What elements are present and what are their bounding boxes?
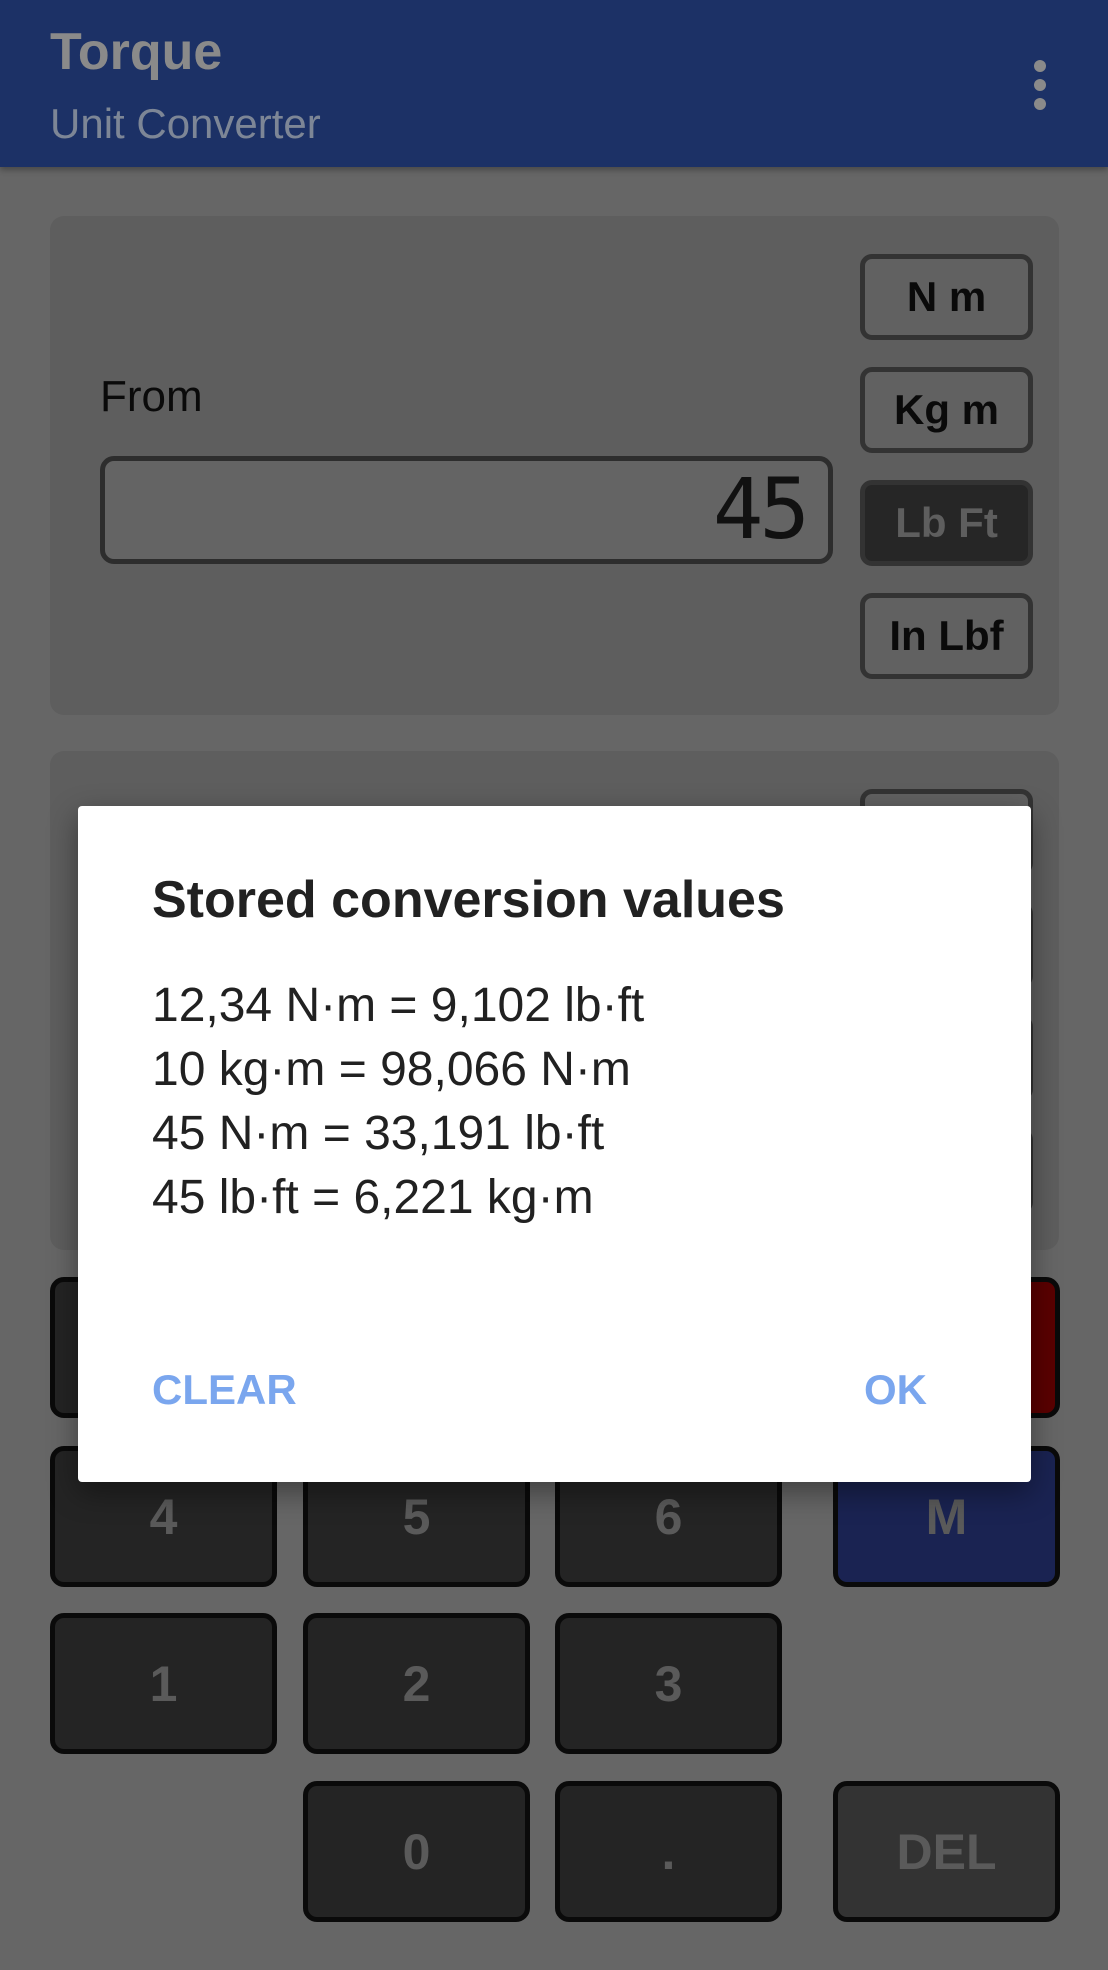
app-title: Torque	[50, 23, 223, 81]
stored-values-list: 12,34 N·m = 9,102 lb·ft 10 kg·m = 98,066…	[152, 974, 644, 1230]
stored-value: 45 lb·ft = 6,221 kg·m	[152, 1171, 594, 1224]
unit-button-kgm[interactable]: Kg m	[860, 367, 1033, 453]
key-decimal[interactable]: .	[555, 1781, 782, 1922]
from-label: From	[100, 372, 203, 421]
delete-key[interactable]: DEL	[833, 1781, 1060, 1922]
app-bar: Torque Unit Converter	[0, 0, 1108, 167]
stored-value: 45 N·m = 33,191 lb·ft	[152, 1107, 605, 1160]
key-3[interactable]: 3	[555, 1613, 782, 1754]
ok-button[interactable]: OK	[864, 1366, 927, 1414]
more-vert-icon[interactable]	[1028, 60, 1052, 110]
stored-value: 12,34 N·m = 9,102 lb·ft	[152, 979, 645, 1032]
stored-value: 10 kg·m = 98,066 N·m	[152, 1043, 631, 1096]
unit-button-inlbf[interactable]: In Lbf	[860, 593, 1033, 679]
stored-values-dialog: Stored conversion values 12,34 N·m = 9,1…	[78, 806, 1031, 1482]
unit-button-lbft[interactable]: Lb Ft	[860, 480, 1033, 566]
key-2[interactable]: 2	[303, 1613, 530, 1754]
from-value-display[interactable]: 45	[100, 456, 833, 564]
app-subtitle: Unit Converter	[50, 100, 321, 147]
key-0[interactable]: 0	[303, 1781, 530, 1922]
key-1[interactable]: 1	[50, 1613, 277, 1754]
unit-button-nm[interactable]: N m	[860, 254, 1033, 340]
clear-button[interactable]: CLEAR	[152, 1366, 297, 1414]
dialog-title: Stored conversion values	[152, 871, 785, 929]
